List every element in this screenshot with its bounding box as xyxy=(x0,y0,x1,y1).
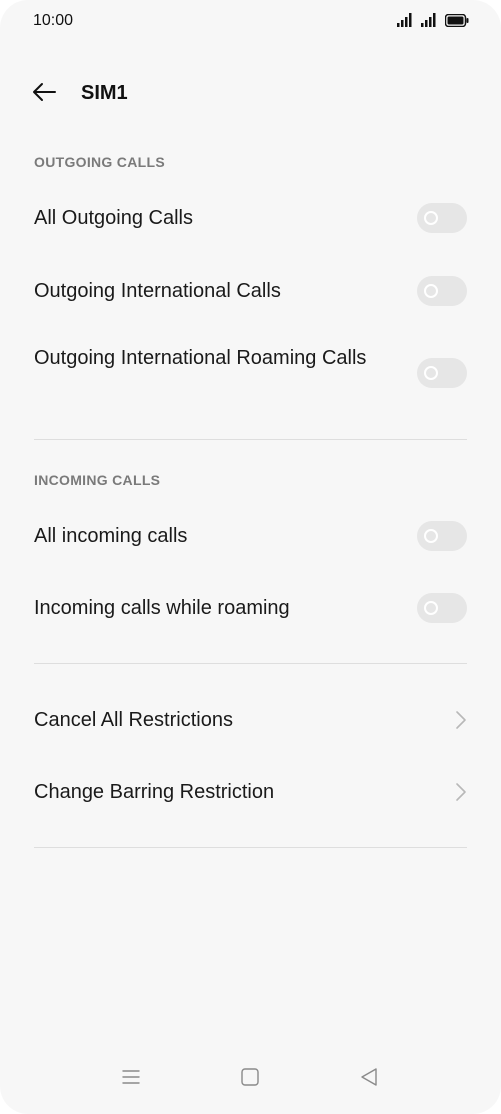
chevron-right-icon xyxy=(453,782,469,802)
back-arrow-icon xyxy=(31,82,57,107)
section-label-incoming: INCOMING CALLS xyxy=(34,472,161,488)
row-cancel-all-restrictions[interactable]: Cancel All Restrictions xyxy=(0,702,501,742)
row-label: All incoming calls xyxy=(34,525,188,547)
signal-icon xyxy=(421,13,439,32)
row-change-barring-restriction[interactable]: Change Barring Restriction xyxy=(0,774,501,814)
divider xyxy=(34,847,467,848)
toggle-knob xyxy=(424,284,438,298)
battery-icon xyxy=(444,13,469,32)
row-all-outgoing-calls[interactable]: All Outgoing Calls xyxy=(0,200,501,240)
row-outgoing-international-calls[interactable]: Outgoing International Calls xyxy=(0,273,501,313)
row-label: Incoming calls while roaming xyxy=(34,597,290,619)
navigation-bar xyxy=(0,1054,501,1114)
back-nav-button[interactable] xyxy=(354,1064,384,1094)
toggle-knob xyxy=(424,529,438,543)
back-button[interactable] xyxy=(28,78,60,110)
row-label: Outgoing International Roaming Calls xyxy=(34,347,367,369)
menu-icon xyxy=(121,1068,141,1091)
row-label: Change Barring Restriction xyxy=(34,781,275,803)
section-label-outgoing: OUTGOING CALLS xyxy=(34,154,165,170)
back-icon xyxy=(359,1067,379,1092)
row-outgoing-international-roaming-calls[interactable]: Outgoing International Roaming Calls xyxy=(0,340,501,410)
row-incoming-calls-while-roaming[interactable]: Incoming calls while roaming xyxy=(0,590,501,630)
home-button[interactable] xyxy=(235,1064,265,1094)
row-label: All Outgoing Calls xyxy=(34,207,193,229)
divider xyxy=(34,663,467,664)
status-bar: 10:00 xyxy=(0,0,501,44)
toggle-knob xyxy=(424,366,438,380)
signal-icon xyxy=(397,13,415,32)
row-label: Cancel All Restrictions xyxy=(34,709,233,731)
divider xyxy=(34,439,467,440)
page-title: SIM1 xyxy=(81,82,128,104)
row-all-incoming-calls[interactable]: All incoming calls xyxy=(0,518,501,558)
row-label: Outgoing International Calls xyxy=(34,280,281,302)
toggle-knob xyxy=(424,601,438,615)
toggle-switch[interactable] xyxy=(417,358,467,388)
home-icon xyxy=(240,1067,260,1092)
menu-button[interactable] xyxy=(116,1064,146,1094)
toggle-switch[interactable] xyxy=(417,521,467,551)
toggle-knob xyxy=(424,211,438,225)
chevron-right-icon xyxy=(453,710,469,730)
app-header: SIM1 xyxy=(0,76,501,112)
toggle-switch[interactable] xyxy=(417,203,467,233)
status-icons xyxy=(397,13,469,32)
toggle-switch[interactable] xyxy=(417,593,467,623)
status-time: 10:00 xyxy=(33,12,74,29)
phone-screen: 10:00 SIM1 OUTGOING CALLS All Outgoing C… xyxy=(0,0,501,1114)
toggle-switch[interactable] xyxy=(417,276,467,306)
